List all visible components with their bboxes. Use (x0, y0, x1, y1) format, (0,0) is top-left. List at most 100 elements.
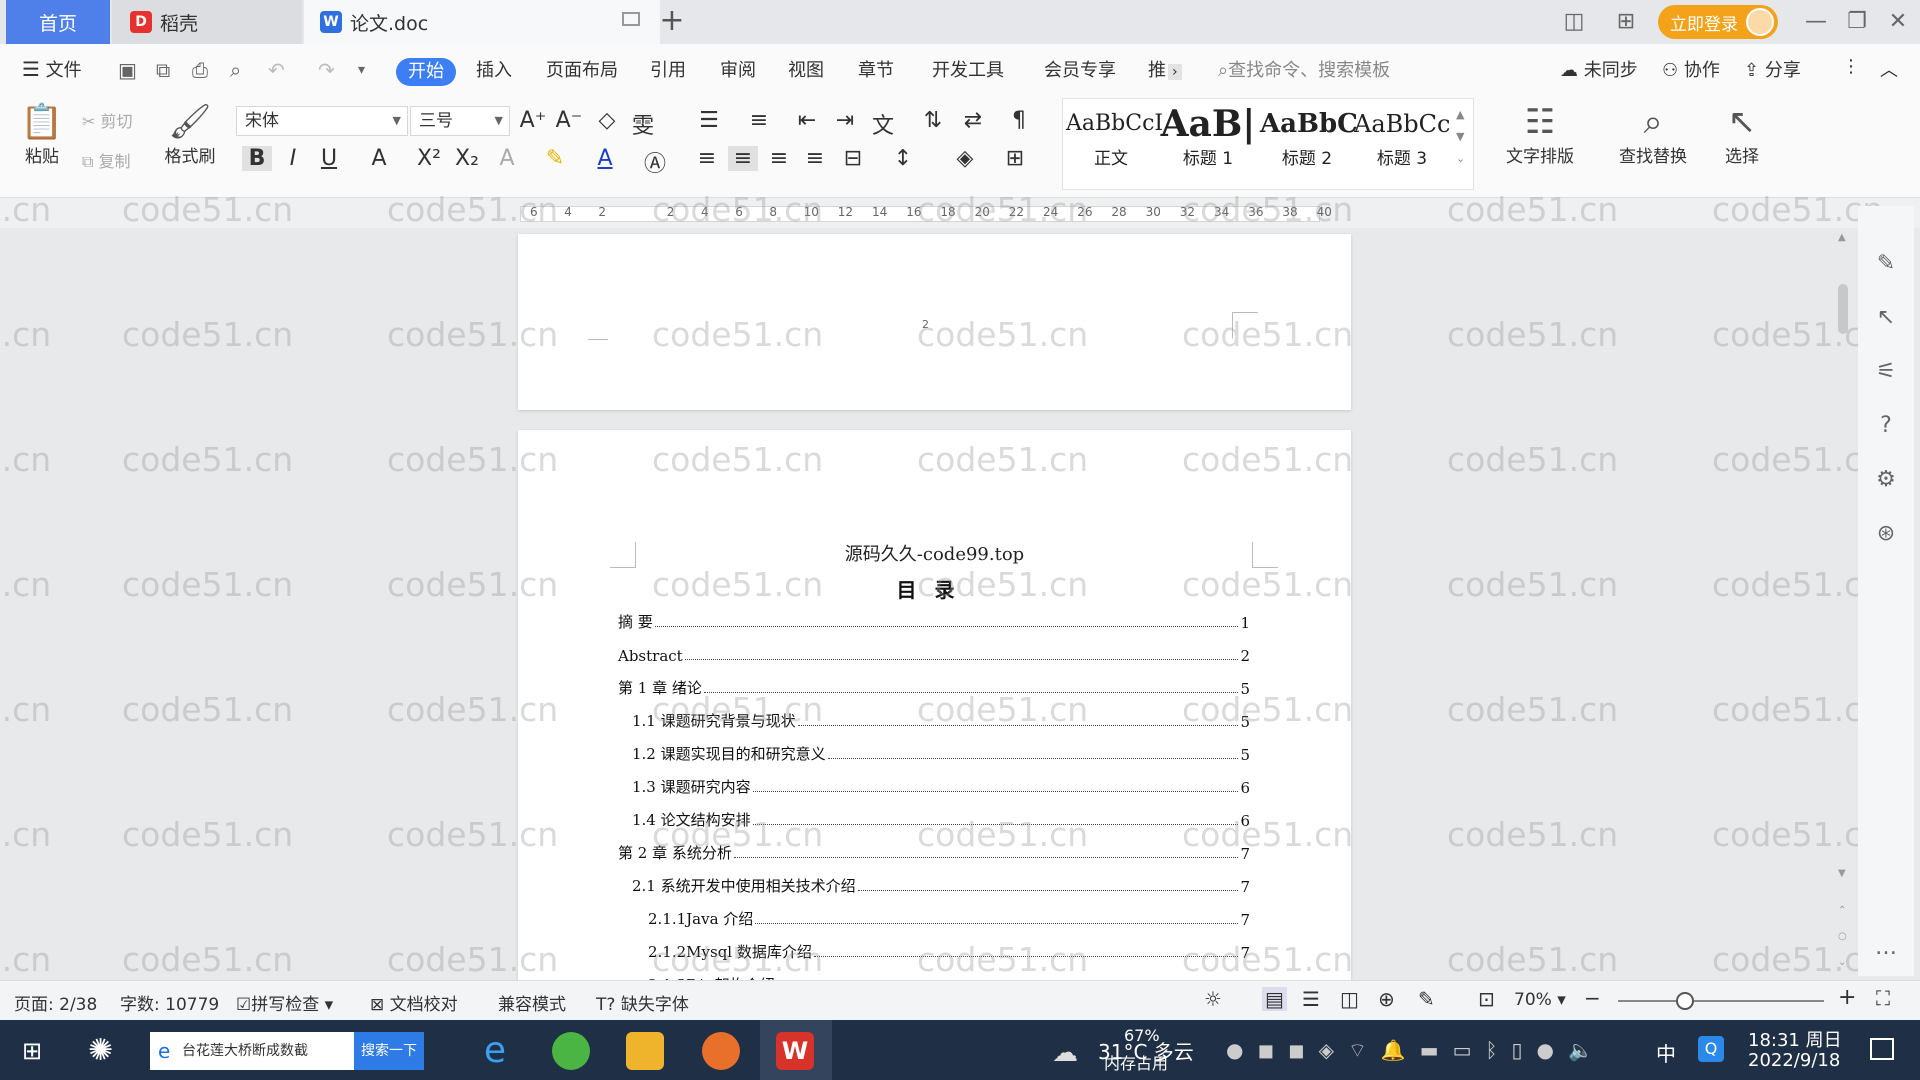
tab-dev-tools[interactable]: 开发工具 (932, 56, 1004, 82)
style-heading1[interactable]: AaB| 标题 1 (1160, 104, 1256, 169)
game-app-icon[interactable] (702, 1032, 740, 1070)
align-center-icon[interactable]: ≡ (728, 146, 758, 171)
outline-view-icon[interactable]: ☰ (1302, 987, 1320, 1011)
tab-chapter[interactable]: 章节 (858, 56, 894, 82)
pen-icon[interactable]: ✎ (1872, 250, 1900, 278)
tab-review[interactable]: 审阅 (720, 56, 756, 82)
ime-indicator[interactable]: 中 (1656, 1038, 1676, 1067)
zoom-select[interactable]: 70% ▾ (1514, 990, 1566, 1010)
toc-entry[interactable]: 2.1 系统开发中使用相关技术介绍 7 (632, 872, 1250, 896)
ie-browser-icon[interactable]: e (476, 1032, 514, 1070)
tab-page-layout[interactable]: 页面布局 (546, 56, 618, 82)
scroll-down-icon[interactable]: ▼ (1838, 868, 1846, 879)
file-menu[interactable]: ☰ 文件 (22, 56, 82, 82)
tab-start[interactable]: 开始 (396, 58, 456, 86)
more-options-icon[interactable]: ⋮ (1842, 56, 1860, 77)
document-page-1[interactable]: 2 (518, 234, 1351, 410)
print-icon[interactable]: ⎙ (192, 58, 208, 82)
eye-protect-icon[interactable]: ☼ (1204, 987, 1222, 1011)
indent-icon[interactable]: ⇥ (830, 108, 860, 133)
zoom-in-icon[interactable]: + (1838, 985, 1856, 1010)
tab-document[interactable]: W 论文.doc (304, 0, 660, 44)
toc-entry[interactable]: 1.1 课题研究背景与现状 5 (632, 707, 1250, 731)
text-layout-button[interactable]: ☷ 文字排版 (1492, 102, 1588, 167)
toc-entry[interactable]: 1.2 课题实现目的和研究意义 5 (632, 740, 1250, 764)
horizontal-ruler[interactable]: 6 4 2 2 4 6 8 10 12 14 16 18 20 22 24 26 28 30 32 34 36 38 40 (0, 198, 1920, 228)
windows-start-icon[interactable]: ⊞ (22, 1038, 48, 1064)
vertical-scrollbar[interactable]: ▲ ▼ ⌃ ○ ⌄ (1834, 228, 1852, 968)
share-button[interactable]: ⇪ 分享 (1744, 56, 1801, 82)
copy-button[interactable]: ⧉ 复制 (82, 148, 131, 172)
underline-icon[interactable]: U (314, 146, 344, 171)
line-spacing-icon[interactable]: ↕ (888, 146, 918, 171)
style-heading2[interactable]: AaBbC 标题 2 (1260, 104, 1358, 169)
numbered-list-icon[interactable]: ≡ (744, 108, 774, 133)
tab-more[interactable]: 推 › (1148, 56, 1182, 82)
taskbar-search-button[interactable]: 搜索一下 (354, 1032, 424, 1070)
zoom-slider[interactable] (1618, 1000, 1824, 1002)
clear-format-icon[interactable]: ◇ (592, 108, 622, 133)
paste-button[interactable]: 📋 粘贴 (14, 102, 70, 167)
borders-icon[interactable]: ⊞ (1000, 146, 1030, 171)
zoom-slider-thumb[interactable] (1676, 992, 1694, 1010)
font-size-select[interactable]: 三号 ▼ (410, 106, 510, 136)
toc-entry[interactable]: 2.1.1Java 介绍 7 (648, 905, 1250, 929)
font-family-select[interactable]: 宋体 ▼ (236, 106, 408, 136)
print-preview-icon[interactable]: ⌕ (230, 58, 241, 82)
tab-daoke[interactable]: D 稻壳 (112, 0, 302, 44)
taskbar-search-input[interactable]: e 台花莲大桥断成数截 (150, 1032, 354, 1070)
spell-check[interactable]: ☑拼写检查 ▾ (236, 990, 333, 1015)
notification-center-icon[interactable] (1870, 1038, 1894, 1060)
toc-entry[interactable]: 摘 要 1 (618, 608, 1250, 632)
text-direction-icon[interactable]: ⇄ (958, 108, 988, 133)
wps-taskbar-button[interactable]: W (760, 1020, 832, 1080)
char-border-icon[interactable]: Ⓐ (640, 146, 670, 178)
align-left-icon[interactable]: ≡ (692, 146, 722, 171)
layout-icon[interactable]: ◫ (1560, 8, 1588, 36)
outdent-icon[interactable]: ⇤ (792, 108, 822, 133)
ai-icon[interactable]: ⚙ (1872, 466, 1900, 494)
zoom-out-icon[interactable]: − (1584, 986, 1601, 1010)
toc-entry[interactable]: Abstract 2 (618, 641, 1250, 665)
italic-icon[interactable]: I (278, 146, 308, 171)
tab-references[interactable]: 引用 (650, 56, 686, 82)
help-icon[interactable]: ? (1872, 412, 1900, 440)
undo-icon[interactable]: ↶ (268, 58, 285, 82)
document-page-2[interactable]: 源码久久-code99.top 目录 摘 要 1 Abstract 2 第 1 章 绪论… (518, 430, 1351, 980)
show-marks-icon[interactable]: ¶ (1004, 108, 1034, 133)
fit-page-icon[interactable]: ⊡ (1478, 987, 1495, 1011)
align-right-icon[interactable]: ≡ (764, 146, 794, 171)
page-nav-icon[interactable]: ⌃ ○ ⌄ (1838, 898, 1847, 976)
grow-font-icon[interactable]: A⁺ (518, 108, 548, 133)
style-scroll-icon[interactable]: ▲ ▼ ⌄ (1456, 104, 1465, 170)
tab-home[interactable]: 首页 (6, 0, 110, 44)
360-browser-icon[interactable] (552, 1032, 590, 1070)
toc-entry[interactable]: 第 1 章 绪论 5 (618, 674, 1250, 698)
compass-icon[interactable]: ⊛ (1872, 520, 1900, 548)
clock-time[interactable]: 18:31 周日 (1748, 1026, 1842, 1052)
chinese-layout-icon[interactable]: 文 (868, 108, 898, 140)
doc-proofread[interactable]: ⊠ 文档校对 (370, 990, 458, 1015)
sort-icon[interactable]: ⇅ (918, 108, 948, 133)
export-pdf-icon[interactable]: ⧉ (156, 58, 170, 82)
format-painter-button[interactable]: 🖌 格式刷 (160, 102, 220, 167)
toc-entry[interactable]: 1.3 课题研究内容 6 (632, 773, 1250, 797)
style-heading3[interactable]: AaBbCc 标题 3 (1354, 104, 1450, 169)
close-icon[interactable]: ✕ (1884, 8, 1912, 36)
restore-icon[interactable]: ❐ (1843, 8, 1871, 36)
sync-status[interactable]: ☁ 未同步 (1560, 56, 1638, 82)
customize-quick-icon[interactable]: ▾ (358, 62, 365, 78)
shading-icon[interactable]: ◈ (950, 146, 980, 171)
window-mode-icon[interactable] (622, 12, 640, 26)
collapse-ribbon-icon[interactable]: ︿ (1880, 56, 1898, 82)
apps-grid-icon[interactable]: ⊞ (1612, 8, 1640, 36)
bold-icon[interactable]: B (242, 146, 272, 171)
clock-date[interactable]: 2022/9/18 (1748, 1050, 1840, 1071)
toc-entry[interactable]: 2.1.2Mysql 数据库介绍 7 (648, 938, 1250, 962)
collab-button[interactable]: ⚇ 协作 (1662, 56, 1720, 82)
login-button[interactable]: 立即登录 (1658, 5, 1778, 39)
adjust-icon[interactable]: ⚟ (1872, 358, 1900, 386)
toc-entry[interactable]: 第 2 章 系统分析 7 (618, 839, 1250, 863)
phonetic-icon[interactable]: 雯 (628, 108, 658, 140)
distribute-icon[interactable]: ⊟ (838, 146, 868, 171)
